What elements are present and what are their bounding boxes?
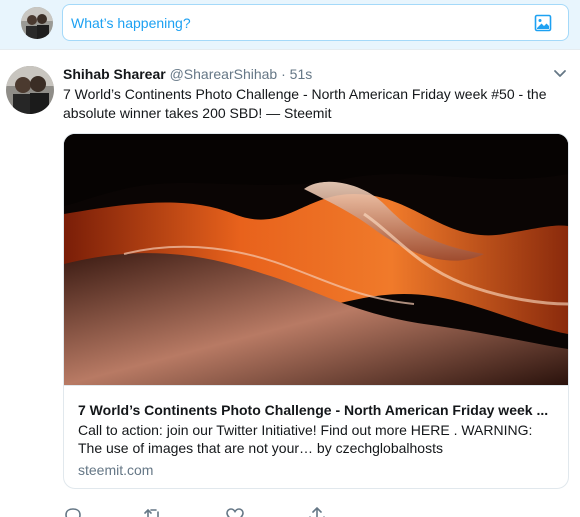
author-avatar[interactable] xyxy=(6,66,54,114)
tweet[interactable]: Shihab Sharear @SharearShihab · 51s 7 Wo… xyxy=(0,51,580,517)
share-icon[interactable] xyxy=(307,506,327,517)
reply-icon[interactable] xyxy=(63,506,83,517)
card-title[interactable]: 7 World’s Continents Photo Challenge - N… xyxy=(78,402,558,418)
link-card[interactable]: 7 World’s Continents Photo Challenge - N… xyxy=(63,133,569,489)
tweet-actions xyxy=(63,506,503,517)
timestamp[interactable]: 51s xyxy=(290,66,313,82)
user-handle[interactable]: @SharearShihab xyxy=(170,66,278,82)
profile-avatar[interactable] xyxy=(21,7,53,39)
compose-bar: What’s happening? xyxy=(0,0,580,50)
image-icon[interactable] xyxy=(534,14,552,32)
card-domain: steemit.com xyxy=(78,462,154,478)
tweet-header: Shihab Sharear @SharearShihab · 51s xyxy=(63,66,312,82)
chevron-down-icon[interactable] xyxy=(553,67,567,79)
card-meta[interactable]: 7 World’s Continents Photo Challenge - N… xyxy=(64,385,568,488)
display-name[interactable]: Shihab Sharear xyxy=(63,66,166,82)
card-image[interactable] xyxy=(64,134,568,385)
retweet-icon[interactable] xyxy=(143,506,163,517)
compose-placeholder: What’s happening? xyxy=(71,15,191,31)
card-description: Call to action: join our Twitter Initiat… xyxy=(78,422,533,456)
like-icon[interactable] xyxy=(225,506,245,517)
tweet-text: 7 World’s Continents Photo Challenge - N… xyxy=(63,86,547,121)
compose-input[interactable]: What’s happening? xyxy=(62,4,569,41)
separator-dot: · xyxy=(281,66,286,82)
